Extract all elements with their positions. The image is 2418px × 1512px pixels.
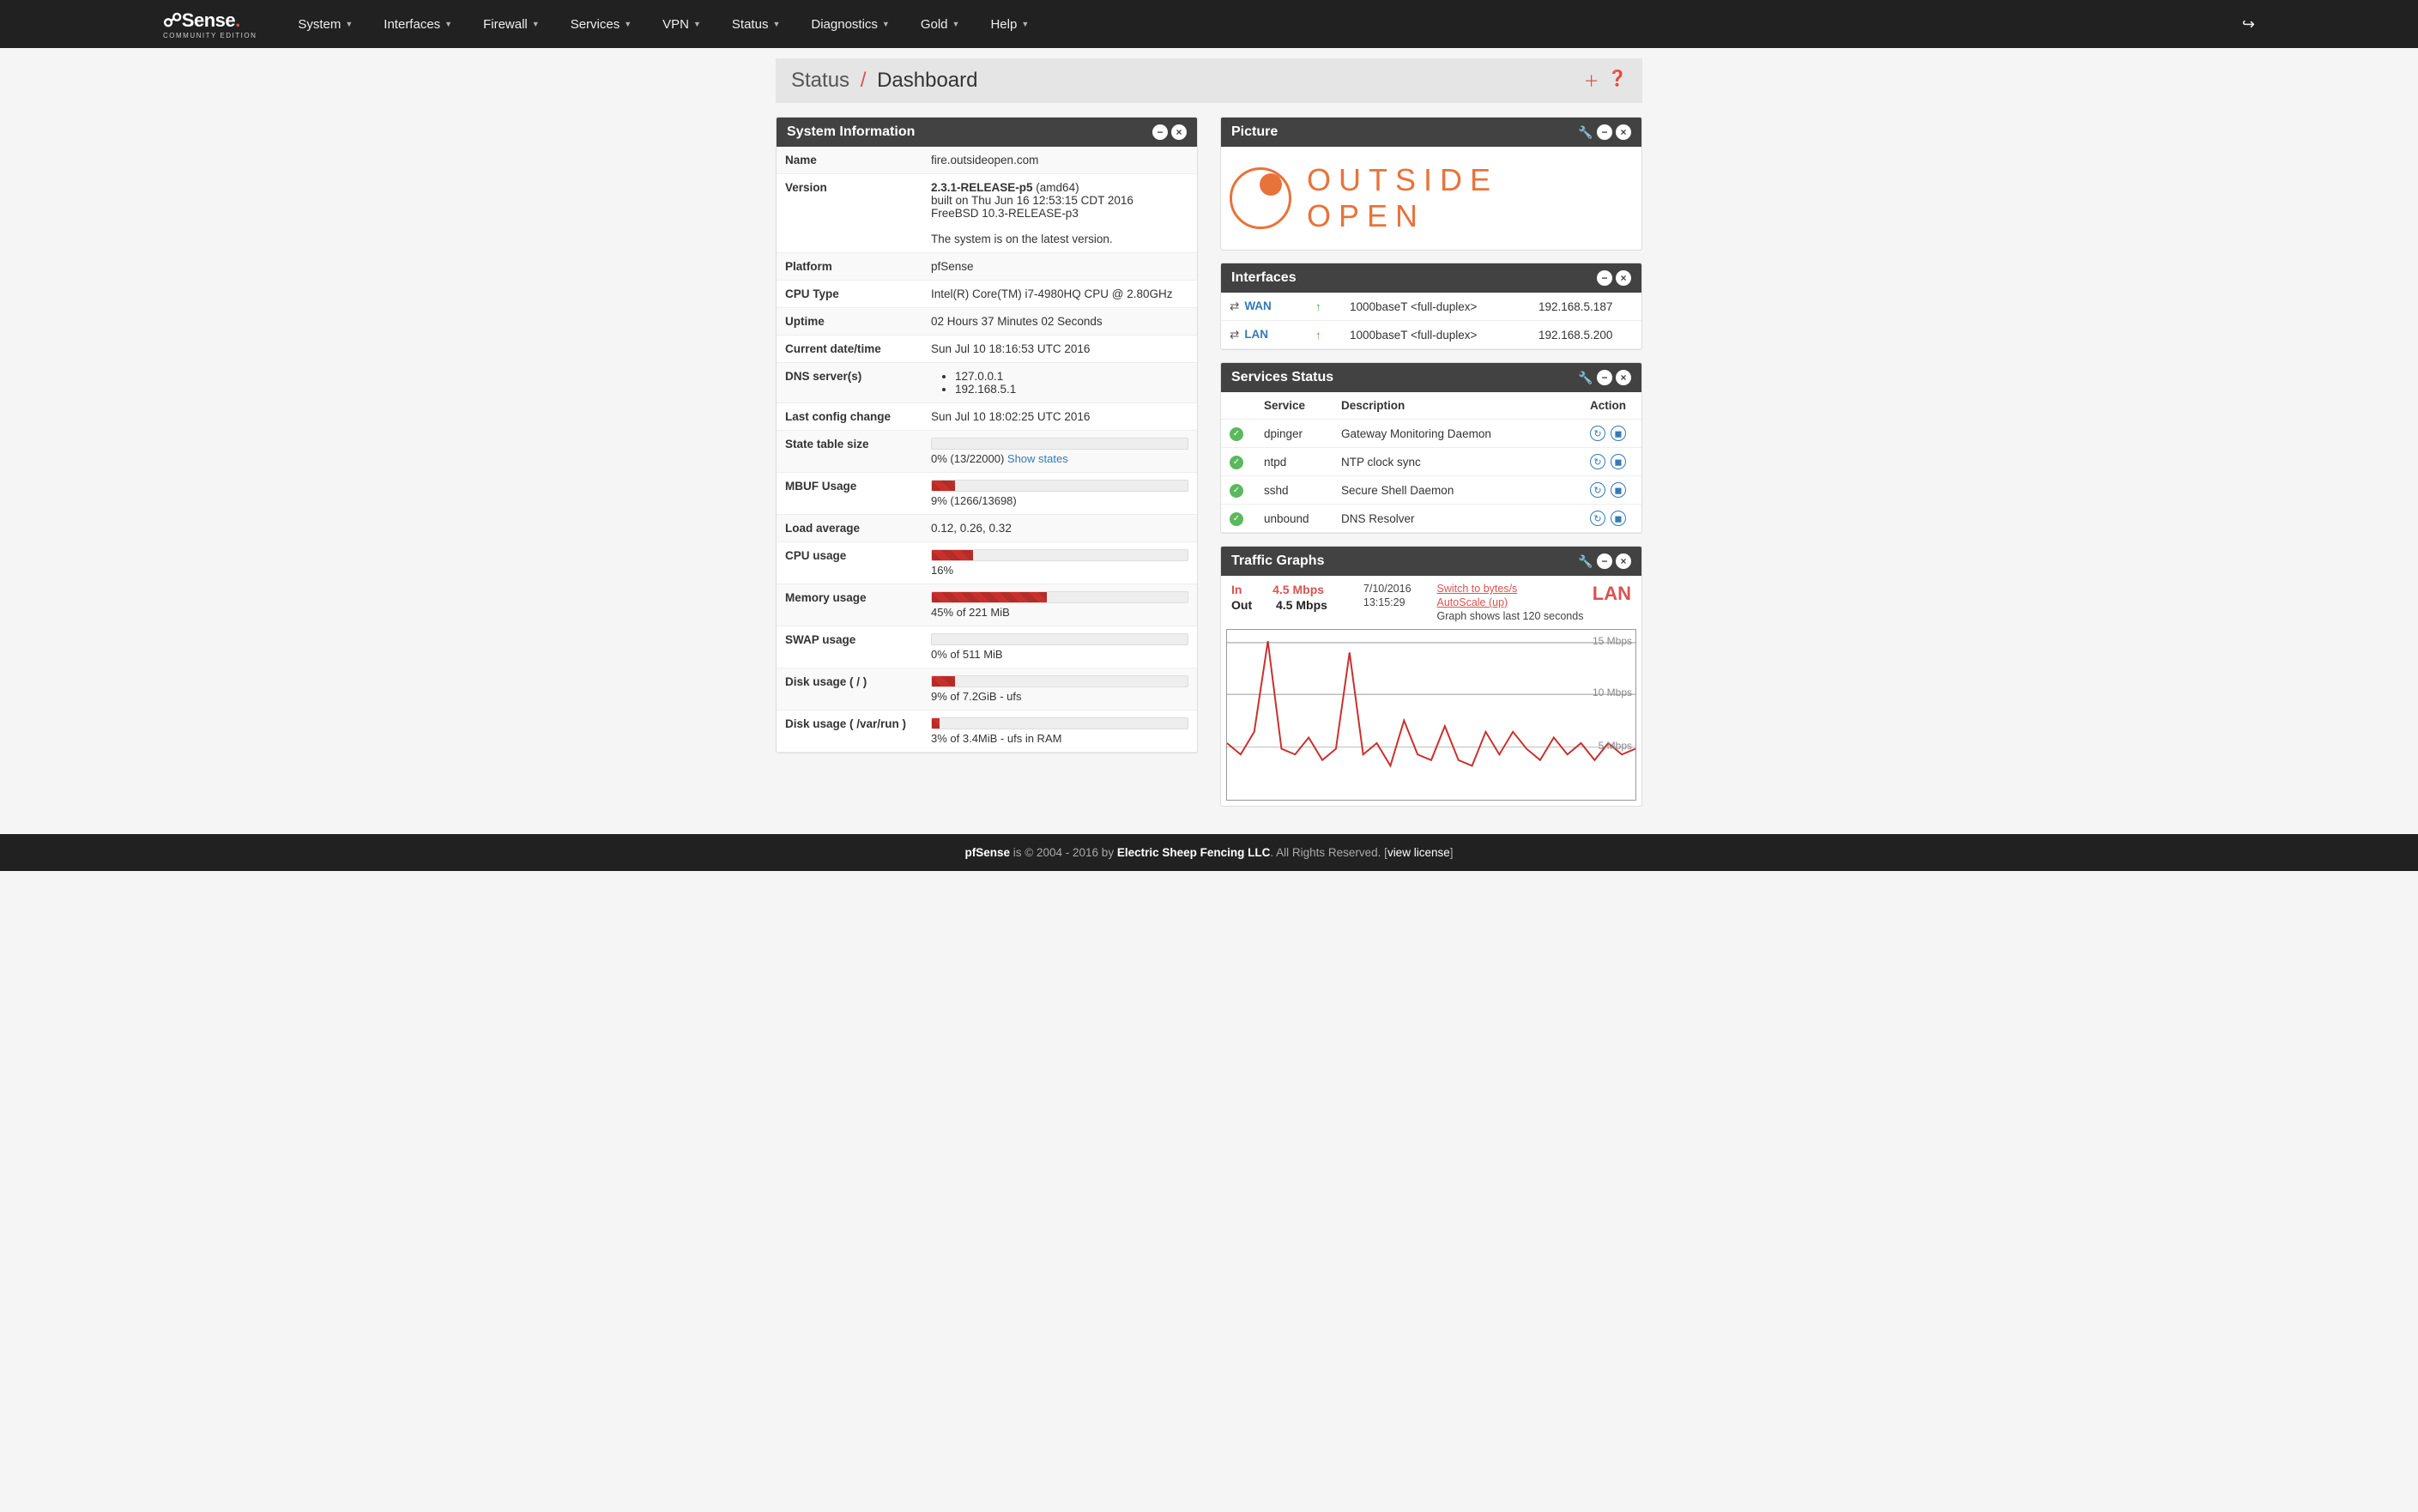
close-icon[interactable]: × [1616,370,1631,385]
disk2-bar [932,718,940,729]
outside-open-logo-icon [1230,167,1291,229]
check-icon: ✓ [1230,427,1243,441]
interface-link-lan[interactable]: LAN [1244,328,1268,341]
traffic-legend: In 4.5 Mbps Out 4.5 Mbps [1231,583,1327,622]
check-icon: ✓ [1230,456,1243,469]
nav-diagnostics[interactable]: Diagnostics▼ [795,17,904,32]
view-license-link[interactable]: view license [1387,846,1450,859]
autoscale-link[interactable]: AutoScale (up) [1437,596,1584,608]
interface-row: ⇄LAN ↑ 1000baseT <full-duplex> 192.168.5… [1221,321,1641,349]
restart-icon[interactable]: ↻ [1590,426,1605,441]
nav-firewall[interactable]: Firewall▼ [468,17,555,32]
breadcrumb-parent[interactable]: Status [791,69,849,92]
wrench-icon[interactable]: 🔧 [1578,124,1593,140]
wrench-icon[interactable]: 🔧 [1578,370,1593,385]
close-icon[interactable]: × [1616,124,1631,140]
interfaces-panel: Interfaces − × ⇄WAN ↑ 1000baseT <full-du… [1220,263,1642,350]
nav-status[interactable]: Status▼ [716,17,795,32]
service-row: ✓ dpinger Gateway Monitoring Daemon ↻◼ [1221,420,1641,448]
check-icon: ✓ [1230,484,1243,498]
help-icon[interactable]: ❓ [1608,70,1627,92]
check-icon: ✓ [1230,512,1243,526]
stop-icon[interactable]: ◼ [1611,511,1626,526]
nav-services[interactable]: Services▼ [555,17,647,32]
traffic-timestamp: 7/10/2016 13:15:29 [1363,583,1412,622]
wrench-icon[interactable]: 🔧 [1578,553,1593,569]
traffic-graphs-panel: Traffic Graphs 🔧 − × In 4.5 Mbps Out 4.5… [1220,546,1642,807]
minimize-icon[interactable]: − [1597,370,1612,385]
disk1-bar [932,676,955,686]
up-arrow-icon: ↑ [1315,300,1321,313]
service-row: ✓ sshd Secure Shell Daemon ↻◼ [1221,476,1641,505]
minimize-icon[interactable]: − [1597,270,1612,286]
service-row: ✓ ntpd NTP clock sync ↻◼ [1221,448,1641,476]
restart-icon[interactable]: ↻ [1590,454,1605,469]
close-icon[interactable]: × [1616,553,1631,569]
navbar: ☍Sense. COMMUNITY EDITION System▼ Interf… [0,0,2418,48]
mbuf-bar [932,481,955,491]
up-arrow-icon: ↑ [1315,329,1321,342]
services-panel: Services Status 🔧 − × Service Descriptio… [1220,362,1642,534]
stop-icon[interactable]: ◼ [1611,426,1626,441]
minimize-icon[interactable]: − [1597,124,1612,140]
picture-panel: Picture 🔧 − × OUTSIDE OPEN [1220,117,1642,251]
close-icon[interactable]: × [1616,270,1631,286]
picture-body: OUTSIDE OPEN [1221,147,1641,250]
version-info: 2.3.1-RELEASE-p5 (amd64) built on Thu Ju… [922,174,1197,253]
interface-link-wan[interactable]: WAN [1244,299,1272,312]
stop-icon[interactable]: ◼ [1611,482,1626,498]
stop-icon[interactable]: ◼ [1611,454,1626,469]
system-information-panel: System Information − × Namefire.outsideo… [776,117,1198,753]
mem-bar [932,592,1047,602]
minimize-icon[interactable]: − [1597,553,1612,569]
footer: pfSense is © 2004 - 2016 by Electric She… [0,834,2418,871]
close-icon[interactable]: × [1171,124,1187,140]
minimize-icon[interactable]: − [1152,124,1168,140]
page-title: Dashboard [877,69,977,92]
brand[interactable]: ☍Sense. COMMUNITY EDITION [163,9,257,39]
show-states-link[interactable]: Show states [1007,452,1068,465]
traffic-interface-label: LAN [1593,583,1631,605]
restart-icon[interactable]: ↻ [1590,482,1605,498]
service-row: ✓ unbound DNS Resolver ↻◼ [1221,505,1641,533]
page-header: Status / Dashboard ＋ ❓ [776,58,1642,103]
add-widget-icon[interactable]: ＋ [1584,70,1599,92]
sitemap-icon: ⇄ [1230,328,1239,341]
traffic-chart: 15 Mbps 10 Mbps 5 Mbps [1226,629,1636,801]
sitemap-icon: ⇄ [1230,299,1239,312]
nav-vpn[interactable]: VPN▼ [647,17,716,32]
logout-icon[interactable]: ↪ [2242,15,2401,33]
interface-row: ⇄WAN ↑ 1000baseT <full-duplex> 192.168.5… [1221,293,1641,321]
restart-icon[interactable]: ↻ [1590,511,1605,526]
nav-gold[interactable]: Gold▼ [905,17,976,32]
nav-help[interactable]: Help▼ [975,17,1044,32]
panel-title: System Information [787,124,1152,140]
nav-system[interactable]: System▼ [282,17,368,32]
nav-menu: System▼ Interfaces▼ Firewall▼ Services▼ … [282,17,2242,32]
hostname: fire.outsideopen.com [922,147,1197,174]
cpu-bar [932,550,973,560]
switch-bytes-link[interactable]: Switch to bytes/s [1437,583,1584,595]
nav-interfaces[interactable]: Interfaces▼ [368,17,468,32]
